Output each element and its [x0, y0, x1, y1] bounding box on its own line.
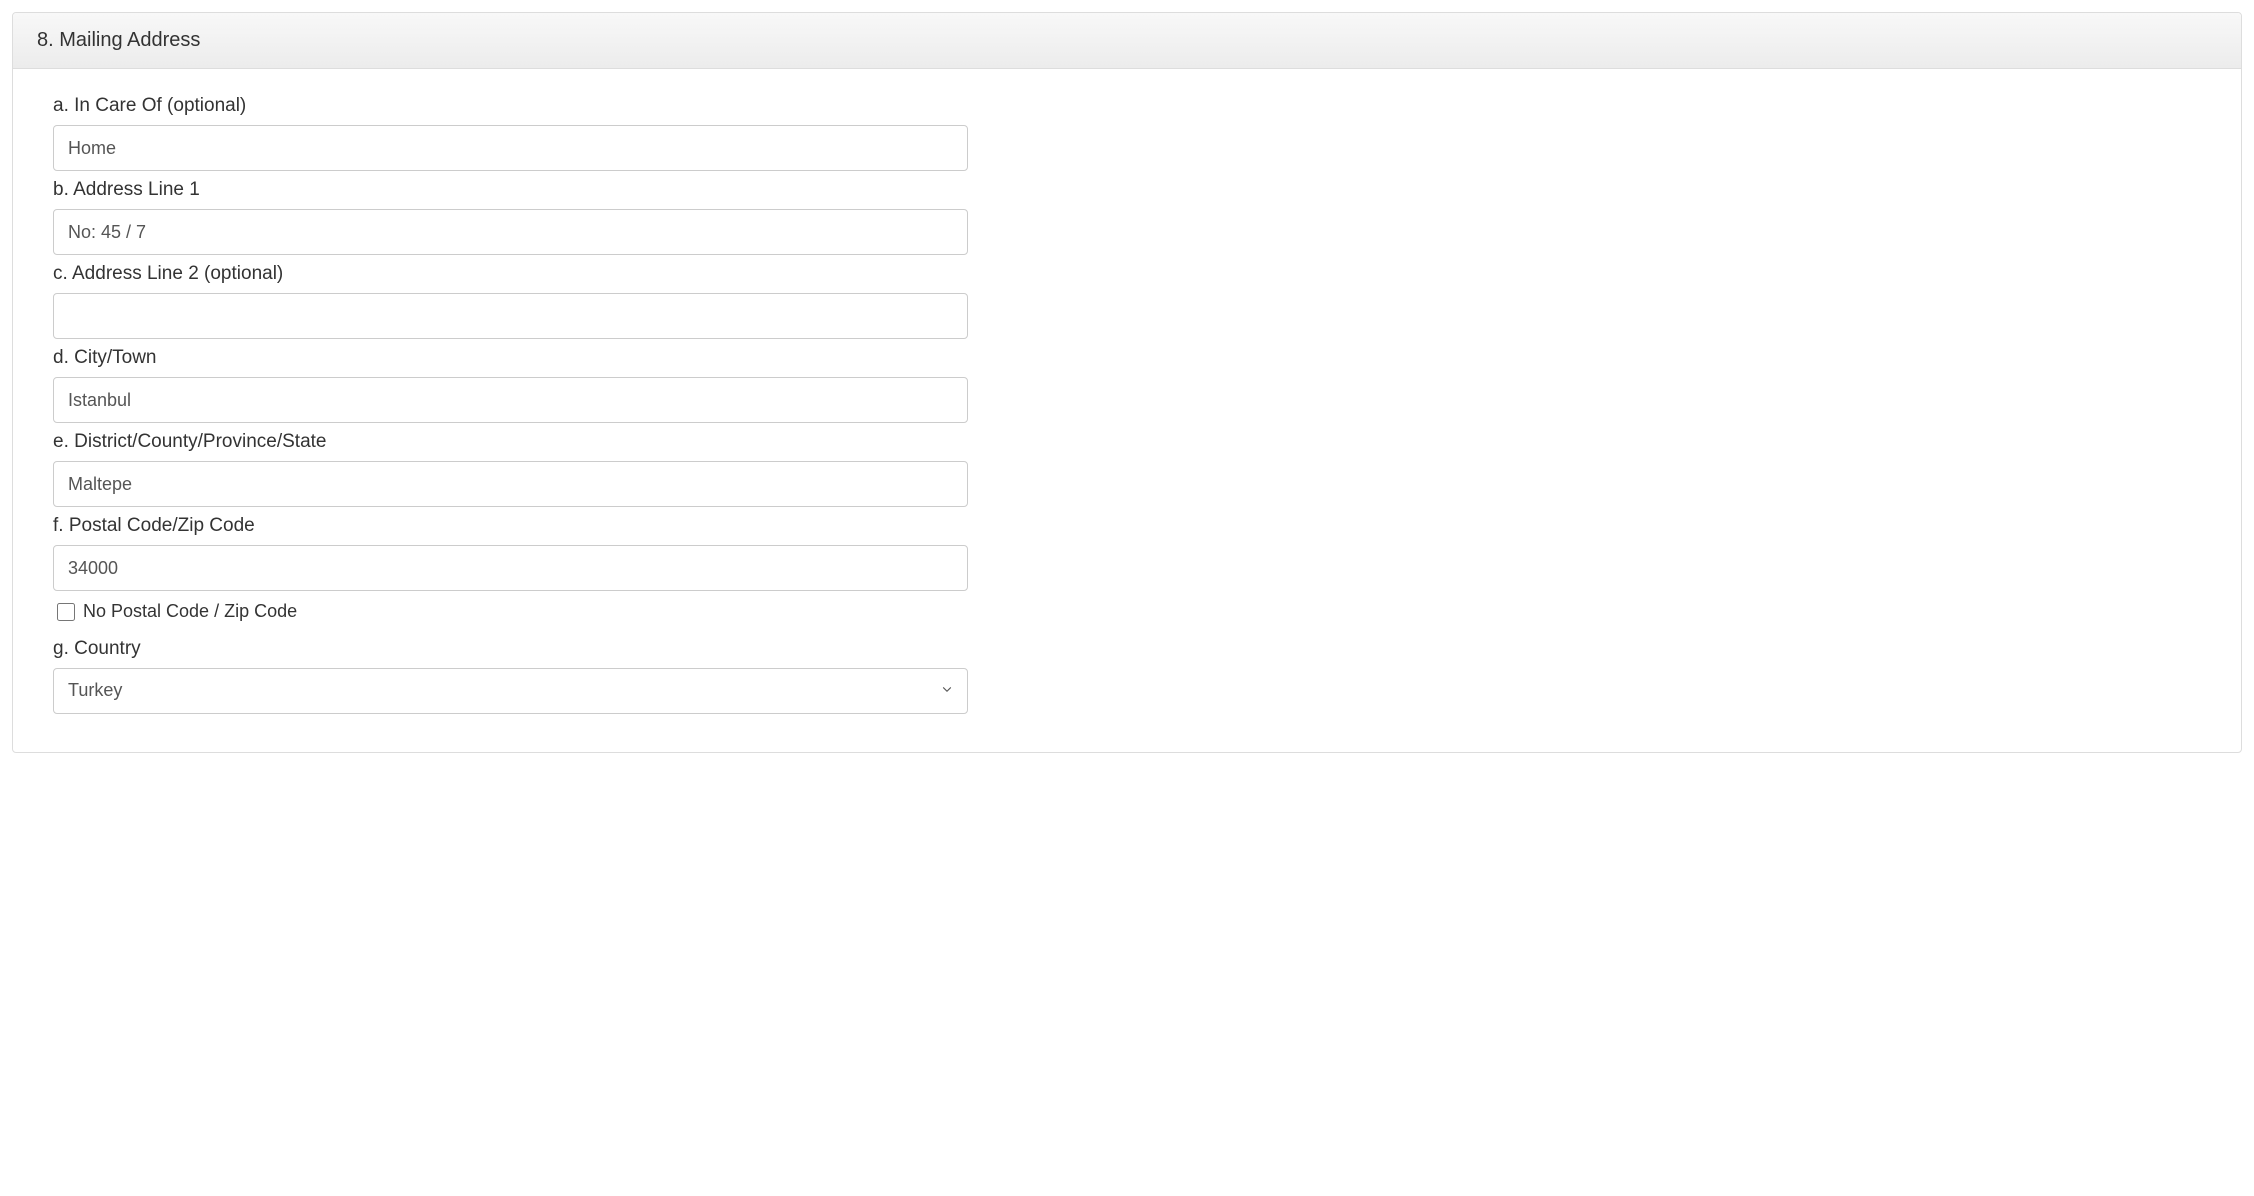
address-line-1-label: b. Address Line 1 — [53, 179, 2201, 201]
address-line-2-input[interactable] — [53, 293, 968, 339]
country-select[interactable]: Turkey — [53, 668, 968, 714]
no-postal-label: No Postal Code / Zip Code — [83, 601, 297, 622]
city-input[interactable] — [53, 377, 968, 423]
in-care-of-input[interactable] — [53, 125, 968, 171]
country-label: g. Country — [53, 638, 2201, 660]
district-row: e. District/County/Province/State — [53, 431, 2201, 507]
no-postal-checkbox[interactable] — [57, 603, 75, 621]
district-label: e. District/County/Province/State — [53, 431, 2201, 453]
address-line-2-label: c. Address Line 2 (optional) — [53, 263, 2201, 285]
district-input[interactable] — [53, 461, 968, 507]
in-care-of-label: a. In Care Of (optional) — [53, 95, 2201, 117]
postal-label: f. Postal Code/Zip Code — [53, 515, 2201, 537]
postal-input[interactable] — [53, 545, 968, 591]
form-body: a. In Care Of (optional) b. Address Line… — [13, 69, 2241, 752]
in-care-of-row: a. In Care Of (optional) — [53, 95, 2201, 171]
address-line-1-input[interactable] — [53, 209, 968, 255]
no-postal-row: No Postal Code / Zip Code — [53, 601, 2201, 622]
address-line-2-row: c. Address Line 2 (optional) — [53, 263, 2201, 339]
country-select-wrapper: Turkey — [53, 668, 968, 714]
mailing-address-panel: 8. Mailing Address a. In Care Of (option… — [12, 12, 2242, 753]
postal-row: f. Postal Code/Zip Code No Postal Code /… — [53, 515, 2201, 622]
city-row: d. City/Town — [53, 347, 2201, 423]
address-line-1-row: b. Address Line 1 — [53, 179, 2201, 255]
country-row: g. Country Turkey — [53, 638, 2201, 714]
section-title: 8. Mailing Address — [13, 13, 2241, 69]
city-label: d. City/Town — [53, 347, 2201, 369]
